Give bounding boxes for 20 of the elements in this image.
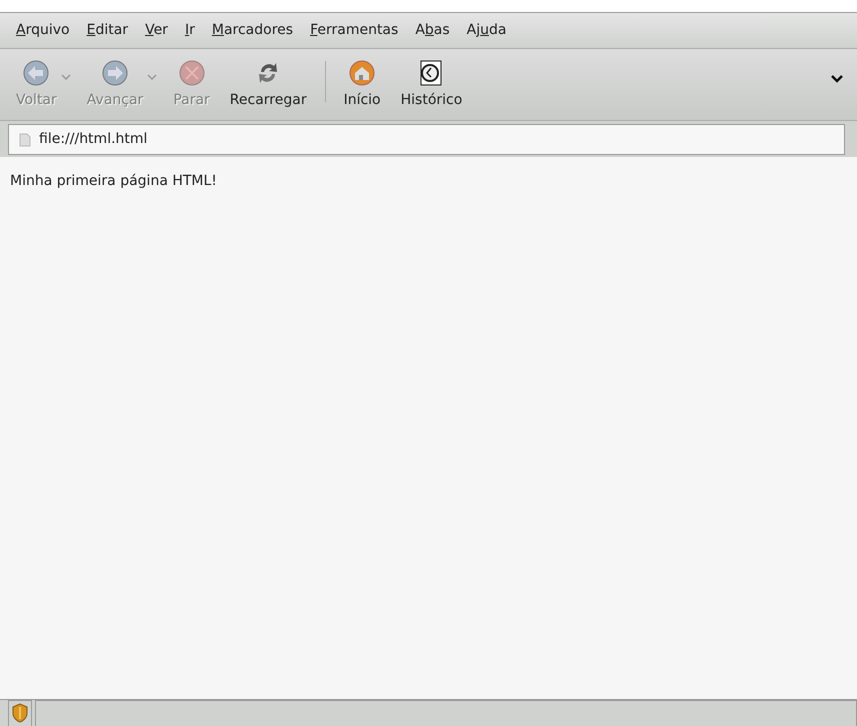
house-icon [347, 58, 378, 88]
address-field[interactable]: file:///html.html [8, 124, 845, 155]
home-button[interactable]: Início [334, 49, 391, 120]
menu-item[interactable]: Ir [182, 20, 197, 41]
page-text: Minha primeira página HTML! [10, 172, 218, 191]
menu-item[interactable]: Arquivo [14, 20, 72, 41]
menu-item[interactable]: Marcadores [210, 20, 296, 41]
stop-icon [176, 58, 207, 88]
security-icon[interactable] [8, 700, 32, 726]
menu-item[interactable]: Editar [84, 20, 130, 41]
menu-item[interactable]: Abas [413, 20, 452, 41]
menu-item[interactable]: Ver [143, 20, 170, 41]
menu-item[interactable]: Ferramentas [308, 20, 400, 41]
address-text: file:///html.html [39, 130, 148, 149]
history-button[interactable]: Histórico [390, 49, 472, 120]
reload-button[interactable]: Recarregar [220, 49, 317, 120]
page-icon [19, 132, 31, 146]
arrow-right-icon [100, 58, 130, 88]
arrow-left-icon [21, 58, 52, 88]
menu-item[interactable]: Ajuda [464, 20, 508, 41]
